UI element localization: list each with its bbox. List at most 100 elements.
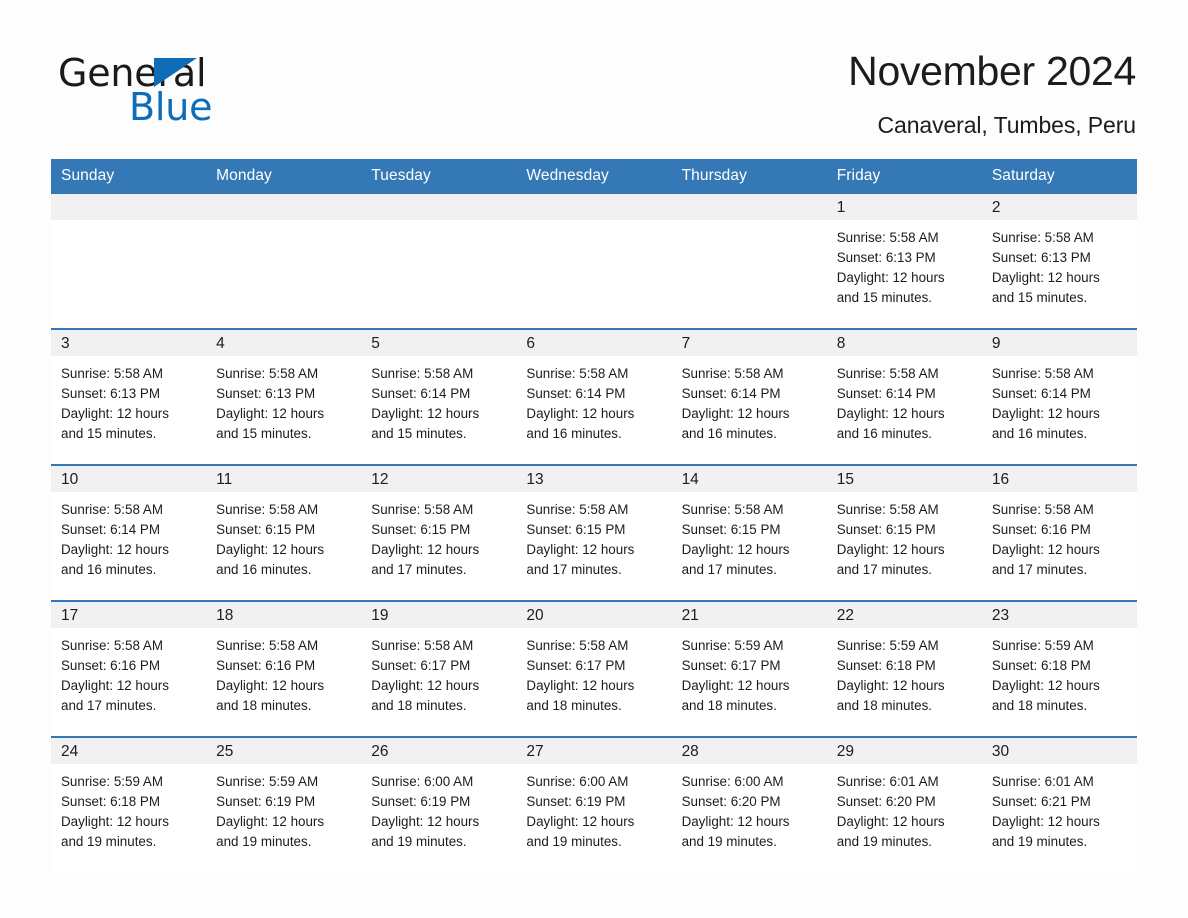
calendar-day-cell[interactable]: 5 Sunrise: 5:58 AM Sunset: 6:14 PM Daylight…	[361, 329, 517, 464]
daylight-duration-line2: and 18 minutes.	[526, 697, 622, 713]
day-info: Sunrise: 6:00 AM Sunset: 6:19 PM Daylight:…	[361, 764, 516, 852]
sunset-time: Sunset: 6:15 PM	[526, 521, 626, 537]
day-number: 17	[51, 601, 207, 628]
calendar-day-cell[interactable]: 11 Sunrise: 5:58 AM Sunset: 6:15 PM Dayligh…	[206, 465, 362, 600]
day-info: Sunrise: 5:58 AM Sunset: 6:15 PM Daylight:…	[206, 492, 361, 580]
calendar-day-cell[interactable]: 4 Sunrise: 5:58 AM Sunset: 6:13 PM Daylight…	[206, 329, 362, 464]
daylight-duration-line2: and 17 minutes.	[836, 561, 932, 577]
calendar-day-cell[interactable]: 15 Sunrise: 5:58 AM Sunset: 6:15 PM Dayligh…	[826, 465, 982, 600]
day-number: 27	[516, 737, 672, 764]
calendar-day-cell[interactable]: 26 Sunrise: 6:00 AM Sunset: 6:19 PM Dayligh…	[361, 737, 517, 872]
day-info: Sunrise: 6:00 AM Sunset: 6:20 PM Daylight:…	[672, 764, 827, 852]
daylight-duration-line1: Daylight: 12 hours	[526, 405, 635, 421]
daylight-duration-line2: and 15 minutes.	[371, 425, 467, 441]
weekday-header-friday: Friday	[836, 166, 881, 184]
calendar-day-cell[interactable]: 27 Sunrise: 6:00 AM Sunset: 6:19 PM Dayligh…	[516, 737, 672, 872]
daylight-duration-line1: Daylight: 12 hours	[991, 677, 1100, 693]
day-number: 20	[516, 601, 672, 628]
daylight-duration-line1: Daylight: 12 hours	[216, 677, 325, 693]
sunset-time: Sunset: 6:19 PM	[526, 793, 626, 809]
sunset-time: Sunset: 6:14 PM	[991, 385, 1091, 401]
day-info: Sunrise: 5:58 AM Sunset: 6:14 PM Daylight:…	[516, 356, 671, 444]
calendar-day-cell[interactable]: 13 Sunrise: 5:58 AM Sunset: 6:15 PM Dayligh…	[516, 465, 672, 600]
day-number: 24	[51, 737, 207, 764]
calendar-week-row: 10 Sunrise: 5:58 AM Sunset: 6:14 PM Dayligh…	[51, 463, 1137, 600]
sunset-time: Sunset: 6:15 PM	[681, 521, 781, 537]
day-number: 12	[361, 465, 517, 492]
calendar-day-cell[interactable]: 21 Sunrise: 5:59 AM Sunset: 6:17 PM Dayligh…	[671, 601, 827, 736]
daylight-duration-line1: Daylight: 12 hours	[836, 269, 945, 285]
calendar-day-cell[interactable]: 24 Sunrise: 5:59 AM Sunset: 6:18 PM Dayligh…	[51, 737, 207, 872]
day-number: 11	[206, 465, 362, 492]
daylight-duration-line1: Daylight: 12 hours	[836, 541, 945, 557]
sunset-time: Sunset: 6:15 PM	[371, 521, 471, 537]
day-info: Sunrise: 5:58 AM Sunset: 6:17 PM Daylight:…	[516, 628, 671, 716]
sunrise-time: Sunrise: 5:58 AM	[991, 229, 1094, 245]
day-number: 7	[671, 329, 827, 356]
sunrise-time: Sunrise: 5:59 AM	[216, 773, 319, 789]
calendar-day-cell[interactable]: 29 Sunrise: 6:01 AM Sunset: 6:20 PM Dayligh…	[826, 737, 982, 872]
day-number: 22	[826, 601, 982, 628]
general-blue-logo[interactable]: General Blue	[57, 47, 317, 129]
sunrise-time: Sunrise: 5:58 AM	[681, 365, 784, 381]
calendar-day-cell[interactable]: 10 Sunrise: 5:58 AM Sunset: 6:14 PM Dayligh…	[51, 465, 207, 600]
calendar-day-cell[interactable]: 17 Sunrise: 5:58 AM Sunset: 6:16 PM Dayligh…	[51, 601, 207, 736]
daylight-duration-line2: and 16 minutes.	[526, 425, 622, 441]
calendar-day-cell-empty	[206, 193, 362, 328]
calendar-day-cell[interactable]: 12 Sunrise: 5:58 AM Sunset: 6:15 PM Dayligh…	[361, 465, 517, 600]
daylight-duration-line1: Daylight: 12 hours	[526, 541, 635, 557]
calendar-day-cell[interactable]: 6 Sunrise: 5:58 AM Sunset: 6:14 PM Daylight…	[516, 329, 672, 464]
day-number	[361, 193, 517, 220]
sunset-time: Sunset: 6:19 PM	[216, 793, 316, 809]
day-number: 29	[826, 737, 982, 764]
calendar-day-cell[interactable]: 19 Sunrise: 5:58 AM Sunset: 6:17 PM Dayligh…	[361, 601, 517, 736]
calendar-day-cell[interactable]: 9 Sunrise: 5:58 AM Sunset: 6:14 PM Daylight…	[981, 329, 1137, 464]
day-info: Sunrise: 5:58 AM Sunset: 6:13 PM Daylight:…	[206, 356, 361, 444]
sunset-time: Sunset: 6:15 PM	[836, 521, 936, 537]
calendar-day-cell[interactable]: 30 Sunrise: 6:01 AM Sunset: 6:21 PM Dayligh…	[981, 737, 1137, 872]
calendar-day-cell[interactable]: 28 Sunrise: 6:00 AM Sunset: 6:20 PM Dayligh…	[671, 737, 827, 872]
day-number: 2	[981, 193, 1137, 220]
day-number: 26	[361, 737, 517, 764]
daylight-duration-line1: Daylight: 12 hours	[61, 405, 169, 421]
day-number: 28	[671, 737, 827, 764]
daylight-duration-line1: Daylight: 12 hours	[681, 405, 790, 421]
day-number: 14	[671, 465, 827, 492]
day-info: Sunrise: 5:58 AM Sunset: 6:15 PM Daylight:…	[361, 492, 516, 580]
daylight-duration-line1: Daylight: 12 hours	[836, 813, 945, 829]
sunset-time: Sunset: 6:14 PM	[371, 385, 471, 401]
calendar-day-cell[interactable]: 1 Sunrise: 5:58 AM Sunset: 6:13 PM Daylight…	[826, 193, 982, 328]
calendar-day-cell[interactable]: 16 Sunrise: 5:58 AM Sunset: 6:16 PM Dayligh…	[981, 465, 1137, 600]
sunrise-time: Sunrise: 5:59 AM	[61, 773, 163, 789]
calendar-day-cell[interactable]: 23 Sunrise: 5:59 AM Sunset: 6:18 PM Dayligh…	[981, 601, 1137, 736]
day-number: 25	[206, 737, 362, 764]
day-info: Sunrise: 5:58 AM Sunset: 6:16 PM Daylight:…	[982, 492, 1137, 580]
day-info: Sunrise: 5:58 AM Sunset: 6:16 PM Daylight:…	[51, 628, 206, 716]
sunset-time: Sunset: 6:13 PM	[216, 385, 316, 401]
calendar-day-cell[interactable]: 18 Sunrise: 5:58 AM Sunset: 6:16 PM Dayligh…	[206, 601, 362, 736]
day-number: 3	[51, 329, 207, 356]
daylight-duration-line1: Daylight: 12 hours	[991, 813, 1100, 829]
daylight-duration-line1: Daylight: 12 hours	[991, 405, 1100, 421]
day-info: Sunrise: 5:58 AM Sunset: 6:14 PM Daylight:…	[51, 492, 206, 580]
sunrise-time: Sunrise: 5:58 AM	[371, 365, 474, 381]
calendar-day-cell[interactable]: 7 Sunrise: 5:58 AM Sunset: 6:14 PM Daylight…	[671, 329, 827, 464]
day-number: 19	[361, 601, 517, 628]
daylight-duration-line2: and 17 minutes.	[681, 561, 777, 577]
calendar-day-cell[interactable]: 8 Sunrise: 5:58 AM Sunset: 6:14 PM Daylight…	[826, 329, 982, 464]
calendar-day-cell[interactable]: 2 Sunrise: 5:58 AM Sunset: 6:13 PM Daylight…	[981, 193, 1137, 328]
day-info: Sunrise: 5:58 AM Sunset: 6:13 PM Daylight:…	[827, 220, 982, 308]
calendar-day-cell[interactable]: 3 Sunrise: 5:58 AM Sunset: 6:13 PM Daylight…	[51, 329, 207, 464]
calendar-day-cell[interactable]: 14 Sunrise: 5:58 AM Sunset: 6:15 PM Dayligh…	[671, 465, 827, 600]
calendar-day-cell[interactable]: 25 Sunrise: 5:59 AM Sunset: 6:19 PM Dayligh…	[206, 737, 362, 872]
sunset-time: Sunset: 6:14 PM	[526, 385, 626, 401]
daylight-duration-line2: and 18 minutes.	[836, 697, 932, 713]
sunrise-time: Sunrise: 5:58 AM	[61, 365, 163, 381]
calendar-day-cell[interactable]: 20 Sunrise: 5:58 AM Sunset: 6:17 PM Dayligh…	[516, 601, 672, 736]
day-info: Sunrise: 6:01 AM Sunset: 6:20 PM Daylight:…	[827, 764, 982, 852]
sunrise-time: Sunrise: 5:58 AM	[526, 365, 629, 381]
page-header: General Blue November 2024 Canaveral, Tu…	[0, 0, 1188, 139]
sunset-time: Sunset: 6:18 PM	[991, 657, 1091, 673]
calendar-day-cell[interactable]: 22 Sunrise: 5:59 AM Sunset: 6:18 PM Dayligh…	[826, 601, 982, 736]
day-number	[516, 193, 672, 220]
